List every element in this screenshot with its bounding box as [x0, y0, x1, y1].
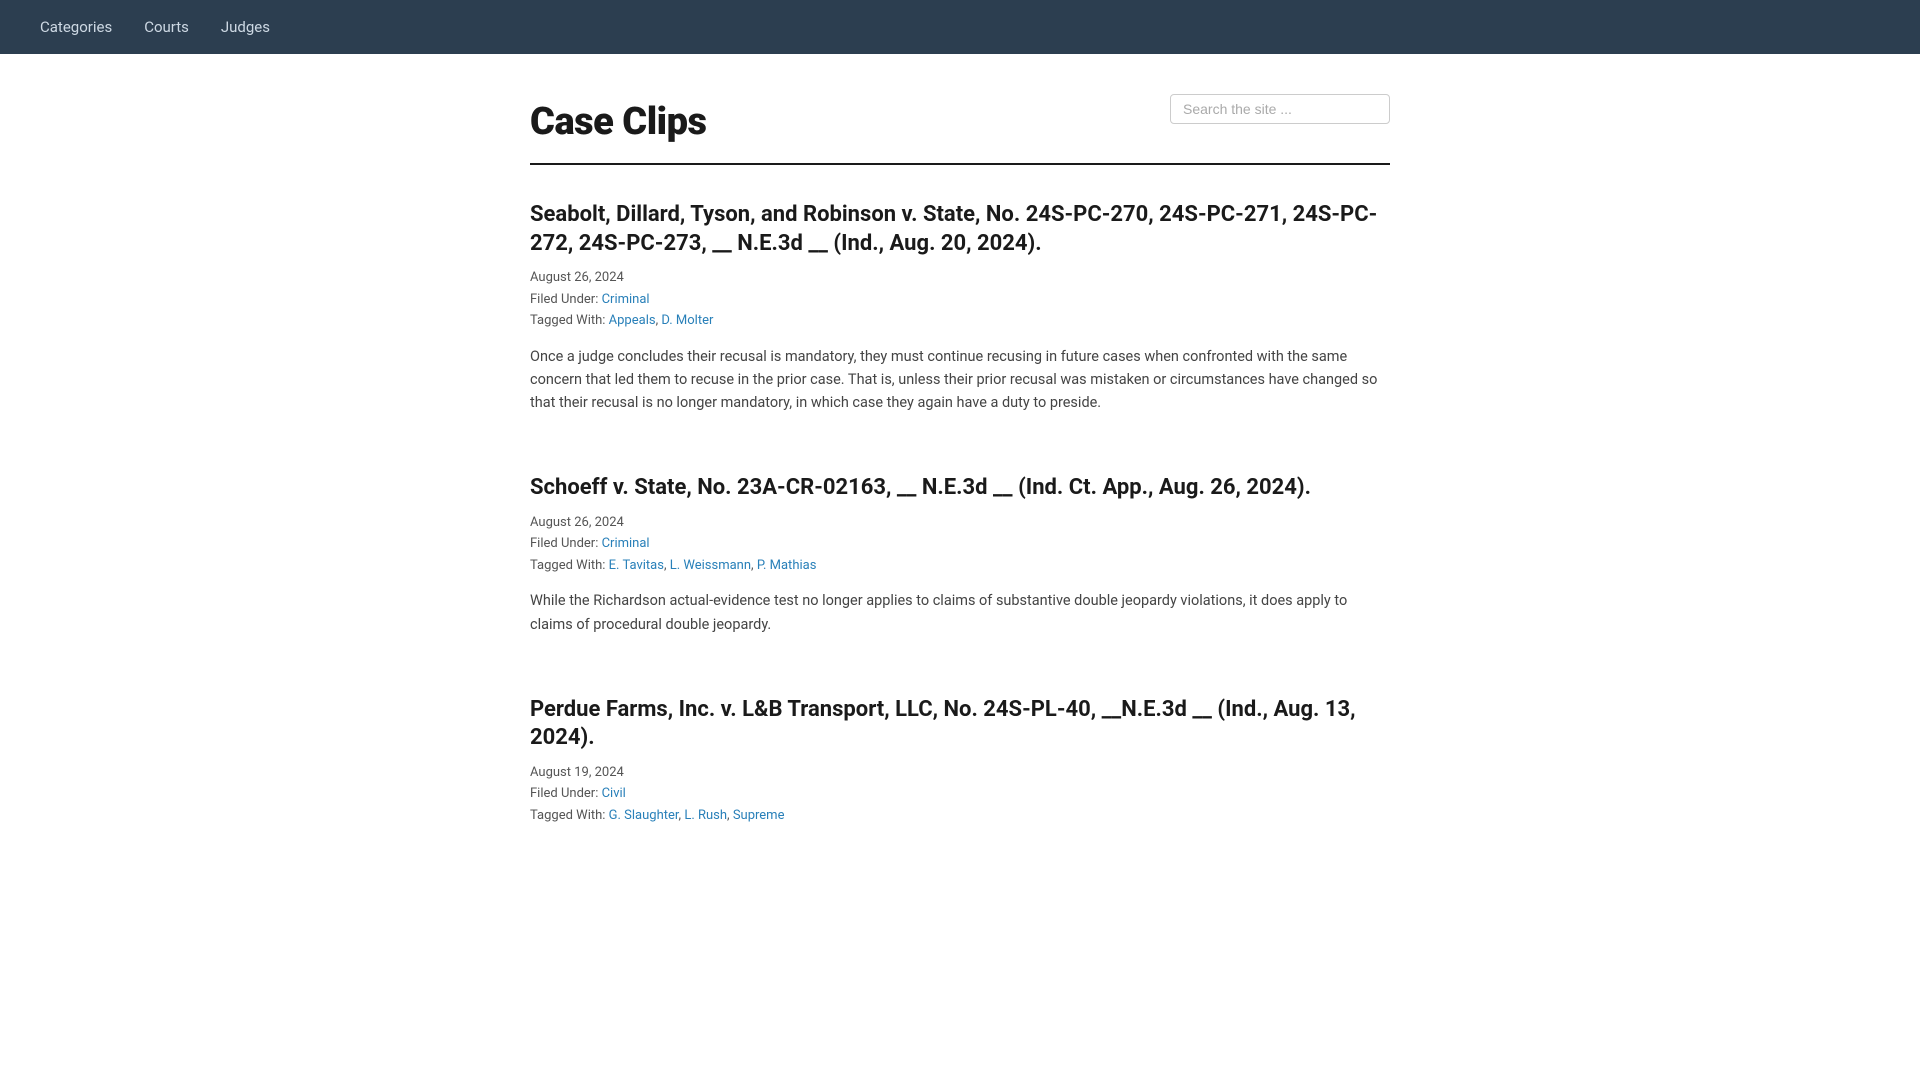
main-nav: Categories Courts Judges [0, 0, 1920, 54]
article-date-2: August 26, 2024 [530, 513, 1390, 533]
article-filed-1: Filed Under: Criminal [530, 290, 1390, 310]
tag-link-2-0[interactable]: E. Tavitas [609, 558, 664, 573]
article-title-1[interactable]: Seabolt, Dillard, Tyson, and Robinson v.… [530, 201, 1390, 258]
article-filed-3: Filed Under: Civil [530, 784, 1390, 804]
nav-item-judges[interactable]: Judges [221, 10, 270, 45]
search-input[interactable] [1183, 101, 1377, 117]
nav-item-categories[interactable]: Categories [40, 10, 112, 45]
article-filed-link-3[interactable]: Civil [602, 786, 626, 801]
tag-link-3-2[interactable]: Supreme [733, 808, 785, 823]
article-3: Perdue Farms, Inc. v. L&B Transport, LLC… [530, 696, 1390, 840]
article-1: Seabolt, Dillard, Tyson, and Robinson v.… [530, 201, 1390, 426]
article-title-2[interactable]: Schoeff v. State, No. 23A-CR-02163, __ N… [530, 474, 1390, 503]
article-date-1: August 26, 2024 [530, 268, 1390, 288]
article-date-3: August 19, 2024 [530, 763, 1390, 783]
article-tags-2: Tagged With: E. Tavitas, L. Weissmann, P… [530, 556, 1390, 576]
article-filed-link-1[interactable]: Criminal [602, 292, 650, 307]
site-title: Case Clips [530, 94, 706, 151]
main-container: Case Clips Seabolt, Dillard, Tyson, and … [510, 54, 1410, 947]
tag-link-2-1[interactable]: L. Weissmann [670, 558, 751, 573]
article-filed-link-2[interactable]: Criminal [602, 536, 650, 551]
header-row: Case Clips [530, 94, 1390, 151]
tag-link-3-1[interactable]: L. Rush [684, 808, 727, 823]
tag-link-2-2[interactable]: P. Mathias [757, 558, 817, 573]
tag-link-1-1[interactable]: D. Molter [661, 313, 713, 328]
search-box[interactable] [1170, 94, 1390, 124]
article-2: Schoeff v. State, No. 23A-CR-02163, __ N… [530, 474, 1390, 647]
article-filed-2: Filed Under: Criminal [530, 534, 1390, 554]
tag-link-1-0[interactable]: Appeals [609, 313, 656, 328]
article-summary-1: Once a judge concludes their recusal is … [530, 345, 1390, 415]
article-tags-3: Tagged With: G. Slaughter, L. Rush, Supr… [530, 806, 1390, 826]
nav-item-courts[interactable]: Courts [144, 10, 189, 45]
article-summary-2: While the Richardson actual-evidence tes… [530, 589, 1390, 635]
article-title-3[interactable]: Perdue Farms, Inc. v. L&B Transport, LLC… [530, 696, 1390, 753]
article-tags-1: Tagged With: Appeals, D. Molter [530, 311, 1390, 331]
tag-link-3-0[interactable]: G. Slaughter [609, 808, 679, 823]
articles-list: Seabolt, Dillard, Tyson, and Robinson v.… [530, 201, 1390, 839]
title-divider [530, 163, 1390, 165]
